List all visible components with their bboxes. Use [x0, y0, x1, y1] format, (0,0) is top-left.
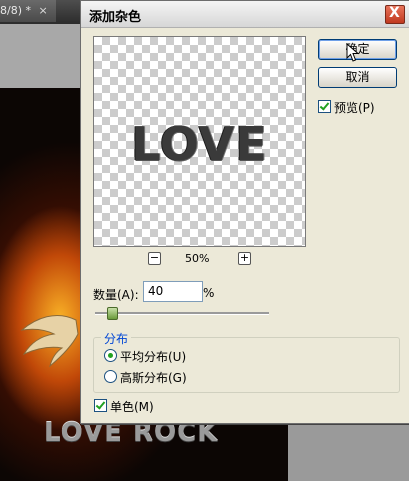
wings-artwork [20, 315, 79, 368]
amount-input[interactable]: 40 [143, 281, 203, 302]
amount-label: 数量(A): [93, 288, 139, 302]
gaussian-radio-label[interactable]: 高斯分布(G) [120, 369, 187, 386]
workspace-background [0, 24, 84, 88]
zoom-level: 50% [185, 252, 210, 265]
monochromatic-checkbox-label[interactable]: 单色(M) [110, 398, 154, 415]
uniform-radio-label[interactable]: 平均分布(U) [120, 348, 186, 365]
preview-checkbox-label[interactable]: 预览(P) [334, 99, 375, 116]
preview-checkbox[interactable] [318, 100, 331, 113]
filter-preview[interactable]: LOVE [93, 36, 306, 247]
amount-unit: % [203, 286, 215, 300]
mouse-pointer-icon [346, 43, 360, 62]
close-icon: X [389, 5, 400, 21]
gaussian-radio[interactable] [104, 370, 117, 383]
dialog-title: 添加杂色 [89, 10, 142, 25]
distribution-legend: 分布 [101, 330, 132, 347]
amount-slider-thumb[interactable] [107, 307, 118, 320]
uniform-radio[interactable] [104, 349, 117, 362]
dialog-titlebar[interactable]: 添加杂色 X [81, 1, 409, 28]
zoom-in-button[interactable]: + [238, 252, 251, 265]
document-tab-close-icon[interactable]: × [39, 4, 48, 17]
preview-text-love: LOVE [131, 117, 268, 171]
zoom-out-button[interactable]: − [148, 252, 161, 265]
cancel-button[interactable]: 取消 [318, 67, 397, 88]
monochromatic-checkbox[interactable] [94, 399, 107, 412]
document-tab[interactable]: 8/8) * × [0, 0, 56, 22]
close-button[interactable]: X [385, 5, 405, 24]
workspace-background [288, 420, 409, 481]
add-noise-dialog: 添加杂色 X LOVE − 50% + 确定 取消 预览(P) 数量(A): 4… [80, 0, 409, 424]
amount-slider-track[interactable] [95, 312, 269, 315]
document-tab-title: 8/8) * [0, 4, 31, 17]
